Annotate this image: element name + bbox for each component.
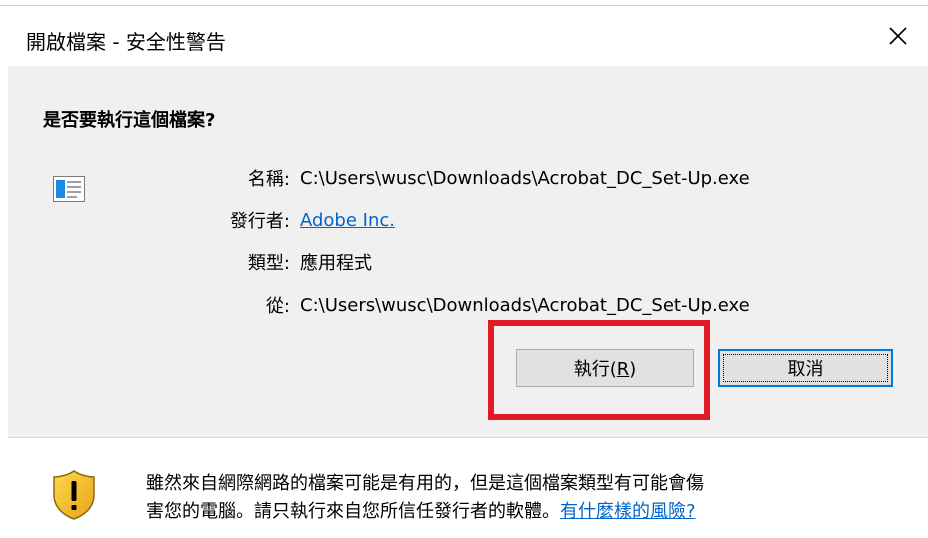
- warning-panel: 雖然來自網際網路的檔案可能是有用的，但是這個檔案類型有可能會傷 害您的電腦。請只…: [8, 437, 928, 538]
- detail-row-from: 從: C:\Users\wusc\Downloads\Acrobat_DC_Se…: [168, 290, 750, 320]
- from-label: 從:: [265, 296, 290, 317]
- window-title: 開啟檔案 - 安全性警告: [26, 30, 226, 54]
- from-value: C:\Users\wusc\Downloads\Acrobat_DC_Set-U…: [300, 294, 750, 316]
- cancel-button[interactable]: 取消: [718, 349, 893, 387]
- detail-row-publisher: 發行者: Adobe Inc.: [168, 205, 395, 235]
- type-value: 應用程式: [300, 253, 372, 274]
- run-question: 是否要執行這個檔案?: [43, 110, 216, 131]
- close-icon: [889, 27, 907, 45]
- detail-row-name: 名稱: C:\Users\wusc\Downloads\Acrobat_DC_S…: [168, 163, 750, 193]
- detail-row-type: 類型: 應用程式: [168, 247, 372, 277]
- focus-rectangle: [723, 354, 888, 382]
- warning-text-line2: 害您的電腦。請只執行來自您所信任發行者的軟體。: [146, 501, 560, 522]
- dialog-body: 是否要執行這個檔案? 名稱: C:\Users\wusc\Downloads\A…: [8, 66, 928, 443]
- type-label: 類型:: [247, 253, 290, 274]
- name-label: 名稱:: [247, 169, 290, 190]
- publisher-link[interactable]: Adobe Inc.: [300, 210, 395, 231]
- shield-warning-icon: [53, 470, 95, 520]
- risk-info-link[interactable]: 有什麼樣的風險?: [560, 501, 696, 522]
- warning-text-line1: 雖然來自網際網路的檔案可能是有用的，但是這個檔案類型有可能會傷: [146, 473, 704, 494]
- name-value: C:\Users\wusc\Downloads\Acrobat_DC_Set-U…: [300, 167, 750, 189]
- highlight-annotation-box: [488, 320, 710, 420]
- publisher-label: 發行者:: [229, 211, 290, 232]
- application-icon: [53, 176, 85, 202]
- close-button[interactable]: [878, 16, 918, 56]
- warning-text: 雖然來自網際網路的檔案可能是有用的，但是這個檔案類型有可能會傷 害您的電腦。請只…: [146, 470, 916, 526]
- title-bar: 開啟檔案 - 安全性警告: [0, 6, 928, 66]
